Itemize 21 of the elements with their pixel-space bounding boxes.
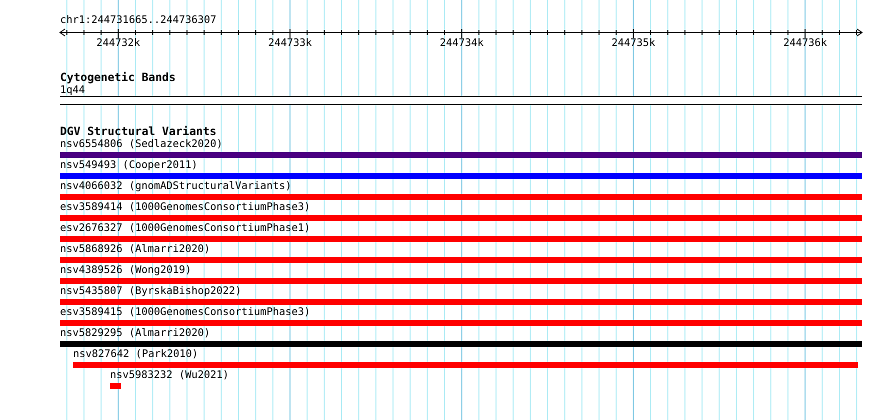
variant-label: nsv6554806 (Sedlazeck2020) <box>60 138 223 151</box>
variant-label: nsv5435807 (ByrskaBishop2022) <box>60 285 242 298</box>
variant-label: nsv4389526 (Wong2019) <box>60 264 192 277</box>
track-title: DGV Structural Variants <box>60 125 218 138</box>
variant-label: nsv549493 (Cooper2011) <box>60 159 198 172</box>
track-title: Cytogenetic Bands <box>60 71 177 84</box>
tick-label: 244733k <box>268 37 312 49</box>
variant-label: esv2676327 (1000GenomesConsortiumPhase1) <box>60 222 310 235</box>
variant-label: nsv5868926 (Almarri2020) <box>60 243 210 256</box>
tick-label: 244732k <box>96 37 140 49</box>
tick-label: 244736k <box>783 37 827 49</box>
variant-label: nsv5983232 (Wu2021) <box>110 369 229 382</box>
variant-label: nsv5829295 (Almarri2020) <box>60 327 210 340</box>
variant-label: nsv4066032 (gnomADStructuralVariants) <box>60 180 292 193</box>
variant-label: nsv827642 (Park2010) <box>73 348 198 361</box>
variant-label: esv3589414 (1000GenomesConsortiumPhase3) <box>60 201 310 214</box>
band-label: 1q44 <box>60 84 86 96</box>
region-label: chr1:244731665..244736307 <box>60 14 218 27</box>
tick-label: 244734k <box>440 37 484 49</box>
variant-label: esv3589415 (1000GenomesConsortiumPhase3) <box>60 306 310 319</box>
tick-label: 244735k <box>612 37 656 49</box>
